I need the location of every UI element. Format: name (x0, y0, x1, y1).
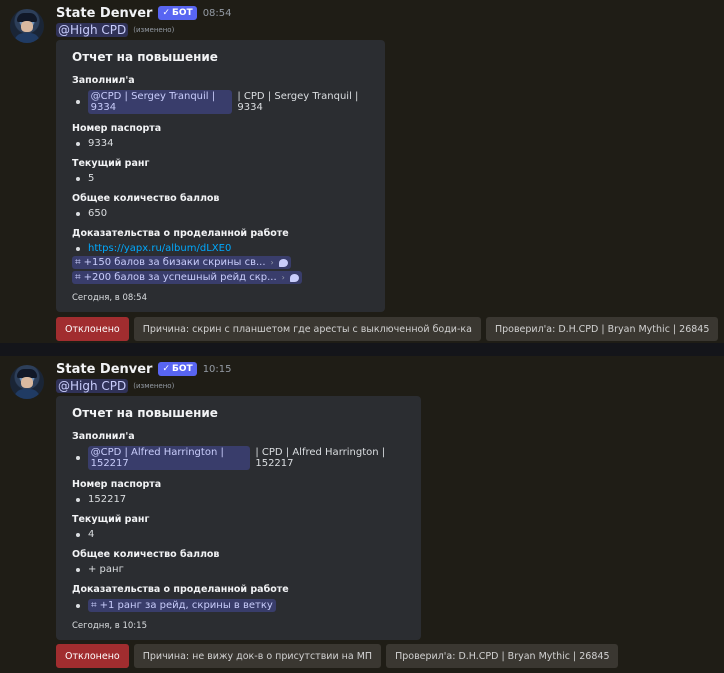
thread-link-1[interactable]: ⌗ +1 ранг за рейд, скрины в ветку (88, 599, 276, 612)
field-points-name: Общее количество баллов (72, 193, 220, 204)
mention-line: @High CPD (изменено) (56, 378, 174, 394)
bot-badge: ✓ БОТ (158, 362, 197, 376)
reason-button[interactable]: Причина: не вижу док-в о присутствии на … (133, 644, 382, 668)
report-embed: Отчет на повышение Заполнил'а @CPD | Alf… (56, 396, 421, 640)
field-passport-value: 152217 (76, 494, 409, 505)
thread-icon: ⌗ (91, 600, 97, 611)
bullet (76, 497, 80, 502)
field-filled-by-name: Заполнил'а (72, 75, 135, 86)
report-embed: Отчет на повышение Заполнил'а @CPD | Ser… (56, 40, 385, 312)
filled-by-text: | CPD | Alfred Harrington | 152217 (255, 447, 386, 469)
embed-title: Отчет на повышение (72, 406, 218, 420)
bot-avatar[interactable] (10, 9, 44, 43)
bot-badge-label: БОТ (172, 8, 193, 18)
field-passport-name: Номер паспорта (72, 123, 162, 134)
bullet (76, 567, 80, 572)
message-time: 10:15 (202, 363, 232, 375)
role-mention[interactable]: @High CPD (56, 23, 129, 37)
field-filled-by-value: @CPD | Alfred Harrington | 152217 | CPD … (76, 446, 409, 470)
bullet (76, 603, 80, 608)
rejected-button[interactable]: Отклонено (56, 317, 129, 341)
mention-line: @High CPD (изменено) (56, 22, 174, 38)
field-rank-value: 5 (76, 173, 373, 184)
user-mention[interactable]: @CPD | Sergey Tranquil | 9334 (87, 90, 233, 114)
speech-bubble-icon (278, 258, 288, 267)
rejected-button[interactable]: Отклонено (56, 644, 129, 668)
message-2: State Denver ✓ БОТ 10:15 @High CPD (изме… (0, 356, 724, 673)
field-filled-by-value: @CPD | Sergey Tranquil | 9334 | CPD | Se… (76, 90, 373, 114)
bot-badge: ✓ БОТ (158, 6, 197, 20)
thread-link-2[interactable]: ⌗ +200 балов за успешный рейд скр... › (72, 271, 302, 284)
thread-icon: ⌗ (75, 272, 81, 283)
message-divider (0, 343, 724, 356)
user-mention[interactable]: @CPD | Alfred Harrington | 152217 (87, 446, 251, 470)
message-header: State Denver ✓ БОТ 10:15 (56, 360, 232, 378)
thread-link-label: +1 ранг за рейд, скрины в ветку (99, 600, 273, 611)
checked-by-button[interactable]: Проверил'а: D.H.CPD | Bryan Mythic | 268… (485, 317, 719, 341)
chevron-right-icon: › (281, 273, 285, 282)
rank-value: 5 (88, 173, 95, 184)
field-rank-value: 4 (76, 529, 409, 540)
role-mention[interactable]: @High CPD (56, 379, 129, 393)
embed-footer-timestamp: Сегодня, в 10:15 (72, 621, 147, 631)
bot-avatar[interactable] (10, 365, 44, 399)
field-passport-value: 9334 (76, 138, 373, 149)
bullet (76, 100, 80, 104)
points-value: 650 (88, 208, 108, 219)
chevron-right-icon: › (270, 258, 274, 267)
thread-link-label: +150 балов за бизаки скрины св... (83, 257, 266, 268)
reason-button[interactable]: Причина: скрин с планшетом где аресты с … (133, 317, 481, 341)
filled-by-text: | CPD | Sergey Tranquil | 9334 (237, 91, 359, 113)
embed-footer-timestamp: Сегодня, в 08:54 (72, 293, 147, 303)
field-passport-name: Номер паспорта (72, 479, 162, 490)
bullet (76, 246, 80, 251)
thread-icon: ⌗ (75, 257, 81, 268)
field-evidence-name: Доказательства о проделанной работе (72, 228, 289, 239)
edited-label: (изменено) (133, 382, 175, 390)
thread-link-1[interactable]: ⌗ +150 балов за бизаки скрины св... › (72, 256, 291, 269)
bullet (76, 176, 80, 181)
field-rank-name: Текущий ранг (72, 158, 150, 169)
message-time: 08:54 (202, 7, 232, 19)
edited-label: (изменено) (133, 26, 175, 34)
message-1: State Denver ✓ БОТ 08:54 @High CPD (изме… (0, 0, 724, 343)
thread-row: ⌗ +200 балов за успешный рейд скр... › (72, 271, 373, 284)
author-name[interactable]: State Denver (56, 6, 152, 21)
field-evidence-thread: ⌗ +1 ранг за рейд, скрины в ветку (76, 599, 409, 612)
bullet (76, 532, 80, 537)
field-points-value: + ранг (76, 564, 409, 575)
points-value: + ранг (88, 564, 124, 575)
author-name[interactable]: State Denver (56, 362, 152, 377)
action-buttons: Отклонено Причина: скрин с планшетом где… (56, 317, 719, 341)
message-header: State Denver ✓ БОТ 08:54 (56, 4, 232, 22)
bot-badge-label: БОТ (172, 364, 193, 374)
action-buttons: Отклонено Причина: не вижу док-в о прису… (56, 644, 619, 668)
bullet (76, 456, 80, 460)
bullet (76, 141, 80, 146)
rank-value: 4 (88, 529, 95, 540)
evidence-link[interactable]: https://yapx.ru/album/dLXE0 (88, 243, 231, 254)
speech-bubble-icon (289, 273, 299, 282)
field-points-value: 650 (76, 208, 373, 219)
thread-row: ⌗ +150 балов за бизаки скрины св... › (72, 256, 373, 269)
thread-link-label: +200 балов за успешный рейд скр... (83, 272, 277, 283)
checkmark-icon: ✓ (162, 8, 171, 18)
passport-number: 152217 (88, 494, 127, 505)
field-evidence-link: https://yapx.ru/album/dLXE0 (76, 243, 373, 254)
field-filled-by-name: Заполнил'а (72, 431, 135, 442)
embed-title: Отчет на повышение (72, 50, 218, 64)
checkmark-icon: ✓ (162, 364, 171, 374)
bullet (76, 211, 80, 216)
field-evidence-name: Доказательства о проделанной работе (72, 584, 289, 595)
checked-by-button[interactable]: Проверил'а: D.H.CPD | Bryan Mythic | 268… (386, 644, 619, 668)
passport-number: 9334 (88, 138, 114, 149)
field-rank-name: Текущий ранг (72, 514, 150, 525)
field-points-name: Общее количество баллов (72, 549, 220, 560)
